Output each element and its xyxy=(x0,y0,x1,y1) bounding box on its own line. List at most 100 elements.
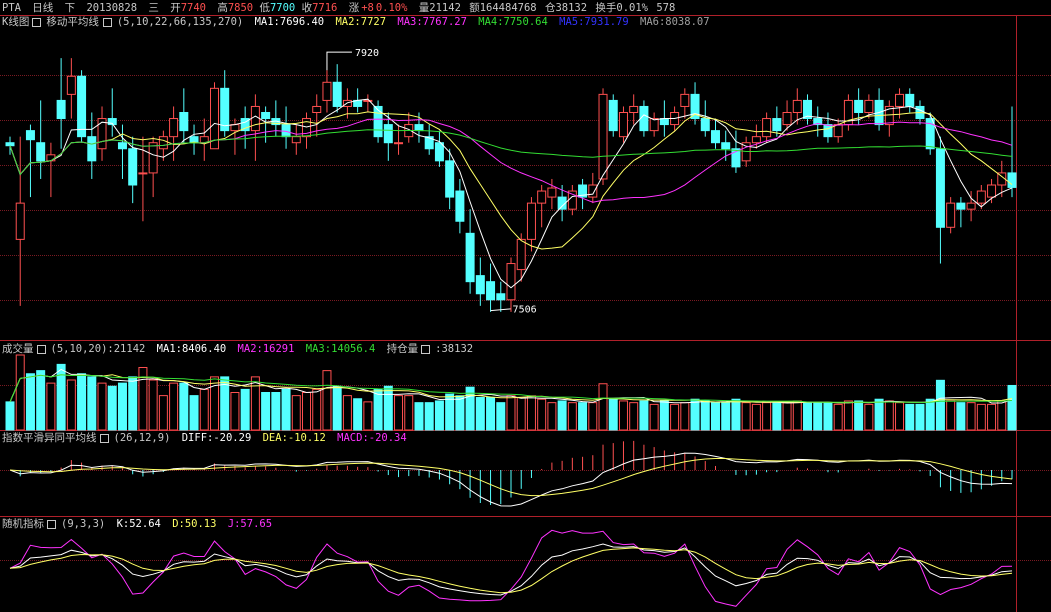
volume-bar xyxy=(680,402,690,431)
volume-bar xyxy=(741,402,751,431)
candle-body xyxy=(261,112,271,120)
volume-bar xyxy=(792,400,802,431)
candle-body xyxy=(312,105,322,114)
volume-bar xyxy=(302,392,312,431)
volume-bar xyxy=(148,379,158,431)
volume-bar xyxy=(56,363,66,431)
candle-body xyxy=(854,99,864,113)
volume-bar xyxy=(87,376,97,431)
ma2-line xyxy=(9,111,1013,250)
volume-bar xyxy=(925,398,935,431)
volume-bar xyxy=(956,402,966,431)
candle-body xyxy=(179,112,189,132)
candle-body xyxy=(77,75,87,138)
volume-bar xyxy=(721,402,731,431)
volume-bar xyxy=(332,385,342,431)
candle-body xyxy=(905,93,915,107)
volume-bar xyxy=(997,400,1007,431)
volume-bar xyxy=(25,373,35,431)
volume-bar xyxy=(322,370,332,431)
candle-body xyxy=(710,130,720,144)
volume-bar xyxy=(5,401,15,431)
candle-body xyxy=(966,202,976,210)
volume-bar xyxy=(342,395,352,431)
volume-bar xyxy=(915,403,925,431)
candle-body xyxy=(56,99,66,120)
candle-body xyxy=(5,142,15,147)
candle-body xyxy=(46,154,56,162)
candle-body xyxy=(547,187,557,198)
candle-body xyxy=(588,184,598,198)
volume-bar xyxy=(772,402,782,431)
volume-bar xyxy=(424,402,434,431)
candle-body xyxy=(782,112,792,126)
candle-body xyxy=(36,142,46,162)
volume-bar xyxy=(383,385,393,431)
volume-bar xyxy=(158,395,168,431)
volume-bar xyxy=(618,400,628,431)
volume-bar xyxy=(782,402,792,431)
candle-body xyxy=(383,124,393,144)
candle-body xyxy=(465,232,475,283)
volume-bar xyxy=(506,395,516,431)
volume-bar xyxy=(312,388,322,431)
candle-body xyxy=(25,130,35,141)
candle-body xyxy=(445,160,455,198)
candle-body xyxy=(128,148,138,186)
volume-bar xyxy=(762,402,772,431)
volume-bar xyxy=(455,395,465,431)
candle-body xyxy=(987,184,997,198)
high-marker-line xyxy=(326,51,352,71)
volume-bar xyxy=(353,398,363,431)
candle-body xyxy=(629,105,639,114)
candle-body xyxy=(895,93,905,107)
volume-bar xyxy=(36,370,46,431)
candle-body xyxy=(281,124,291,138)
volume-bar xyxy=(128,376,138,431)
volume-bar xyxy=(567,402,577,431)
candle-body xyxy=(486,281,496,301)
candle-body xyxy=(394,142,404,145)
candle-body xyxy=(496,293,506,301)
volume-bar xyxy=(117,382,127,431)
volume-bar xyxy=(516,397,526,431)
candle-body xyxy=(956,202,966,210)
volume-bar xyxy=(731,398,741,431)
chart-canvas[interactable]: 7920 7506 xyxy=(0,0,1051,612)
volume-bar xyxy=(526,395,536,431)
candle-body xyxy=(15,202,25,240)
candle-body xyxy=(946,202,956,228)
candle-body xyxy=(373,105,383,138)
volume-bar xyxy=(66,379,76,431)
candle-body xyxy=(762,118,772,138)
volume-bar xyxy=(496,402,506,431)
volume-bar xyxy=(976,403,986,431)
kdj-k-line xyxy=(9,543,1013,596)
ma3-line xyxy=(9,118,1013,203)
candle-body xyxy=(680,93,690,107)
candle-body xyxy=(721,142,731,150)
candle-body xyxy=(864,99,874,113)
volume-bar xyxy=(199,388,209,431)
candle-body xyxy=(332,81,342,107)
volume-bar xyxy=(751,403,761,431)
candle-body xyxy=(598,93,608,180)
volume-bar xyxy=(659,400,669,431)
candle-body xyxy=(230,124,240,132)
volume-bar xyxy=(833,403,843,431)
low-annotation: 7506 xyxy=(513,305,537,316)
volume-bar xyxy=(710,402,720,431)
volume-bar xyxy=(588,402,598,431)
volume-bar xyxy=(394,395,404,431)
kdj-d-line xyxy=(9,547,1013,594)
volume-bar xyxy=(547,402,557,431)
volume-bar xyxy=(373,388,383,431)
volume-bar xyxy=(169,382,179,431)
volume-bar xyxy=(823,402,833,431)
candle-body xyxy=(138,172,148,175)
candle-body xyxy=(772,118,782,132)
candle-body xyxy=(700,118,710,132)
volume-bar xyxy=(895,402,905,431)
volume-bar xyxy=(854,400,864,431)
kdj-j-line xyxy=(9,529,1013,607)
